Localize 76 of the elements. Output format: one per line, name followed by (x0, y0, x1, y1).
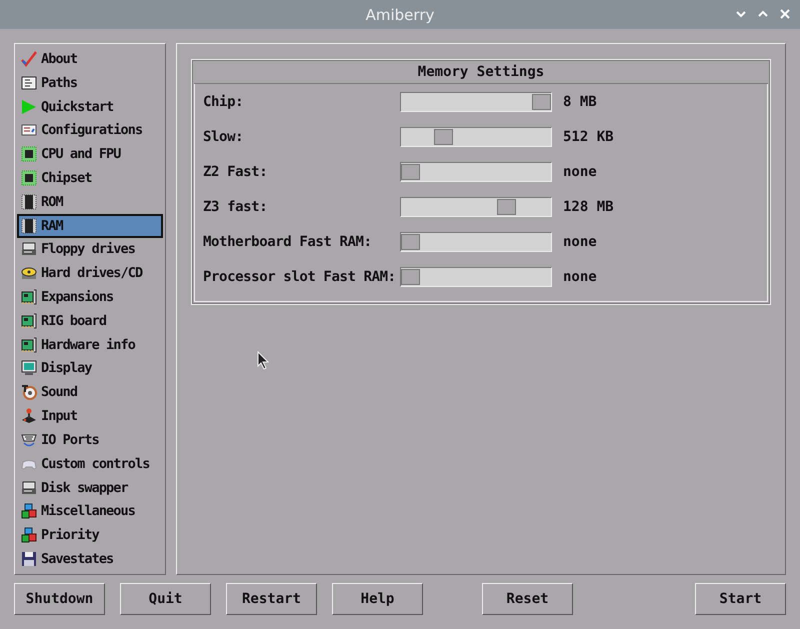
setting-label: Z2 Fast: (203, 164, 268, 180)
sidebar-item[interactable]: Custom controls (17, 452, 163, 476)
slider-value: 128 MB (563, 199, 614, 215)
sidebar-item[interactable]: Paths (17, 70, 163, 95)
memory-chip-icon (21, 218, 37, 234)
sidebar-item[interactable]: Quickstart (17, 94, 163, 118)
chip-icon (21, 170, 37, 186)
sidebar-item[interactable]: Chipset (17, 166, 163, 190)
slider-value: 512 KB (563, 129, 614, 145)
form-icon (21, 122, 37, 138)
sidebar-item[interactable]: Input (17, 404, 163, 428)
slider-value: 8 MB (563, 94, 597, 110)
sidebar-item[interactable]: RAM (17, 214, 163, 238)
setting-label: Slow: (203, 129, 244, 145)
expansion-card-icon (21, 336, 37, 353)
action-button[interactable]: Start (695, 583, 786, 615)
sidebar-item[interactable]: IO Ports (17, 428, 163, 452)
setting-label: Chip: (203, 94, 244, 110)
expansion-card-icon (21, 312, 37, 329)
slider-value: none (563, 269, 597, 285)
play-icon (21, 98, 37, 115)
sidebar-item[interactable]: CPU and FPU (17, 142, 163, 166)
speaker-icon (21, 384, 37, 400)
memory-slider[interactable] (400, 267, 552, 287)
slider-thumb[interactable] (401, 234, 420, 250)
action-button[interactable]: Quit (120, 583, 211, 615)
setting-label: Z3 fast: (203, 199, 268, 215)
sidebar-item[interactable]: Disk swapper (17, 476, 163, 500)
document-icon (21, 74, 37, 91)
slider-thumb[interactable] (401, 269, 420, 285)
close-icon[interactable] (778, 7, 792, 21)
frame-title: Memory Settings (194, 60, 768, 84)
sidebar-item[interactable]: Hardware info (17, 332, 163, 357)
sidebar-item[interactable]: Configurations (17, 118, 163, 142)
cubes-icon (21, 527, 37, 544)
sidebar-item[interactable]: About (17, 47, 163, 71)
slider-thumb[interactable] (401, 164, 420, 180)
action-button[interactable]: Shutdown (14, 583, 105, 615)
memory-slider[interactable] (400, 127, 552, 147)
disk-drive-icon (21, 241, 37, 258)
sidebar-item[interactable]: Miscellaneous (17, 499, 163, 524)
setting-label: Processor slot Fast RAM: (203, 269, 397, 285)
action-button[interactable]: Reset (482, 583, 573, 615)
slider-thumb[interactable] (496, 199, 516, 215)
disk-drive-icon (21, 480, 37, 496)
action-button[interactable]: Restart (226, 583, 317, 615)
memory-slider[interactable] (400, 162, 552, 182)
joystick-icon (21, 408, 37, 424)
checkmark-icon (21, 50, 37, 67)
slider-value: none (563, 164, 597, 180)
port-icon (21, 432, 37, 448)
sidebar-item[interactable]: Hard drives/CD (17, 261, 163, 286)
sidebar-item[interactable]: Priority (17, 523, 163, 548)
cubes-icon (21, 503, 37, 520)
setting-label: Motherboard Fast RAM: (203, 234, 373, 250)
memory-slider[interactable] (400, 197, 552, 217)
sidebar-item[interactable]: Expansions (17, 285, 163, 309)
sidebar-item[interactable]: Floppy drives (17, 238, 163, 262)
window-title: Amiberry (366, 6, 434, 24)
sidebar-item[interactable]: Sound (17, 380, 163, 404)
slider-thumb[interactable] (532, 94, 551, 110)
sidebar-item[interactable]: RIG board (17, 308, 163, 333)
mouse-pointer-icon (257, 351, 269, 370)
memory-chip-icon (21, 194, 37, 210)
slider-value: none (563, 234, 597, 250)
sidebar-item[interactable]: ROM (17, 190, 163, 214)
expansion-card-icon (21, 289, 37, 306)
memory-slider[interactable] (400, 92, 552, 112)
hard-drive-icon (21, 265, 37, 282)
slider-thumb[interactable] (434, 129, 453, 145)
sidebar-item[interactable]: Savestates (17, 547, 163, 571)
memory-slider[interactable] (400, 232, 552, 252)
sidebar-item[interactable]: Display (17, 356, 163, 380)
monitor-icon (21, 360, 37, 376)
action-button[interactable]: Help (332, 583, 423, 615)
chip-icon (21, 146, 37, 162)
